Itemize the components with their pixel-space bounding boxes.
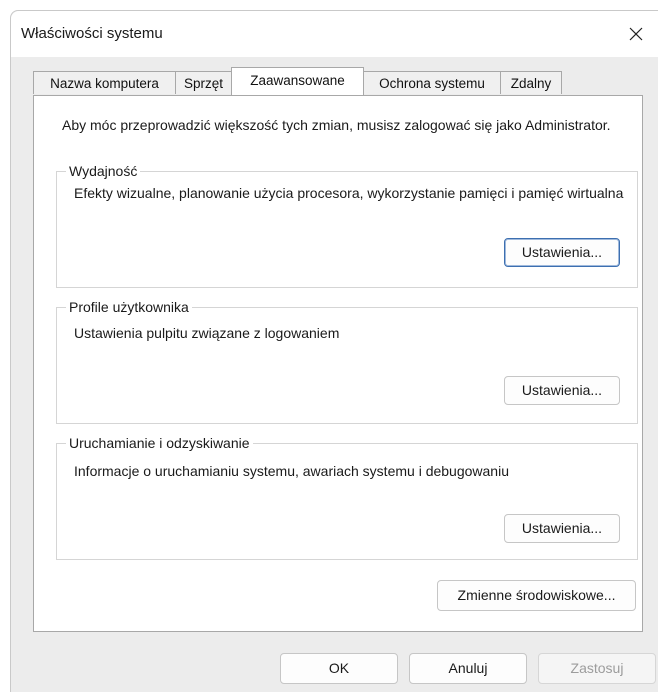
ok-button[interactable]: OK bbox=[280, 653, 398, 684]
system-properties-window: Właściwości systemu Nazwa komputera Sprz… bbox=[10, 10, 658, 692]
tab-remote[interactable]: Zdalny bbox=[500, 71, 562, 94]
cancel-button[interactable]: Anuluj bbox=[409, 653, 527, 684]
tab-hardware[interactable]: Sprzęt bbox=[175, 71, 232, 94]
user-profiles-settings-button[interactable]: Ustawienia... bbox=[504, 376, 620, 405]
startup-recovery-settings-button[interactable]: Ustawienia... bbox=[504, 514, 620, 543]
user-profiles-description: Ustawienia pulpitu związane z logowaniem bbox=[74, 325, 340, 341]
performance-group-title: Wydajność bbox=[66, 162, 141, 180]
apply-button[interactable]: Zastosuj bbox=[538, 653, 656, 684]
environment-variables-button[interactable]: Zmienne środowiskowe... bbox=[437, 580, 636, 611]
user-profiles-group: Profile użytkownika Ustawienia pulpitu z… bbox=[56, 298, 638, 424]
tab-advanced[interactable]: Zaawansowane bbox=[231, 67, 364, 95]
startup-recovery-group-title: Uruchamianie i odzyskiwanie bbox=[66, 434, 253, 452]
window-title: Właściwości systemu bbox=[21, 25, 163, 42]
admin-notice: Aby móc przeprowadzić większość tych zmi… bbox=[62, 117, 611, 133]
close-button[interactable] bbox=[613, 11, 658, 57]
user-profiles-group-title: Profile użytkownika bbox=[66, 298, 192, 316]
close-icon bbox=[629, 27, 643, 41]
performance-settings-button[interactable]: Ustawienia... bbox=[504, 238, 620, 267]
tab-computer-name[interactable]: Nazwa komputera bbox=[33, 71, 176, 94]
startup-recovery-description: Informacje o uruchamianiu systemu, awari… bbox=[74, 463, 509, 479]
advanced-tab-panel: Aby móc przeprowadzić większość tych zmi… bbox=[33, 95, 643, 632]
performance-group: Wydajność Efekty wizualne, planowanie uż… bbox=[56, 162, 638, 288]
tab-system-protection[interactable]: Ochrona systemu bbox=[363, 71, 501, 94]
startup-recovery-group: Uruchamianie i odzyskiwanie Informacje o… bbox=[56, 434, 638, 560]
performance-description: Efekty wizualne, planowanie użycia proce… bbox=[74, 185, 624, 201]
title-bar: Właściwości systemu bbox=[11, 11, 658, 57]
